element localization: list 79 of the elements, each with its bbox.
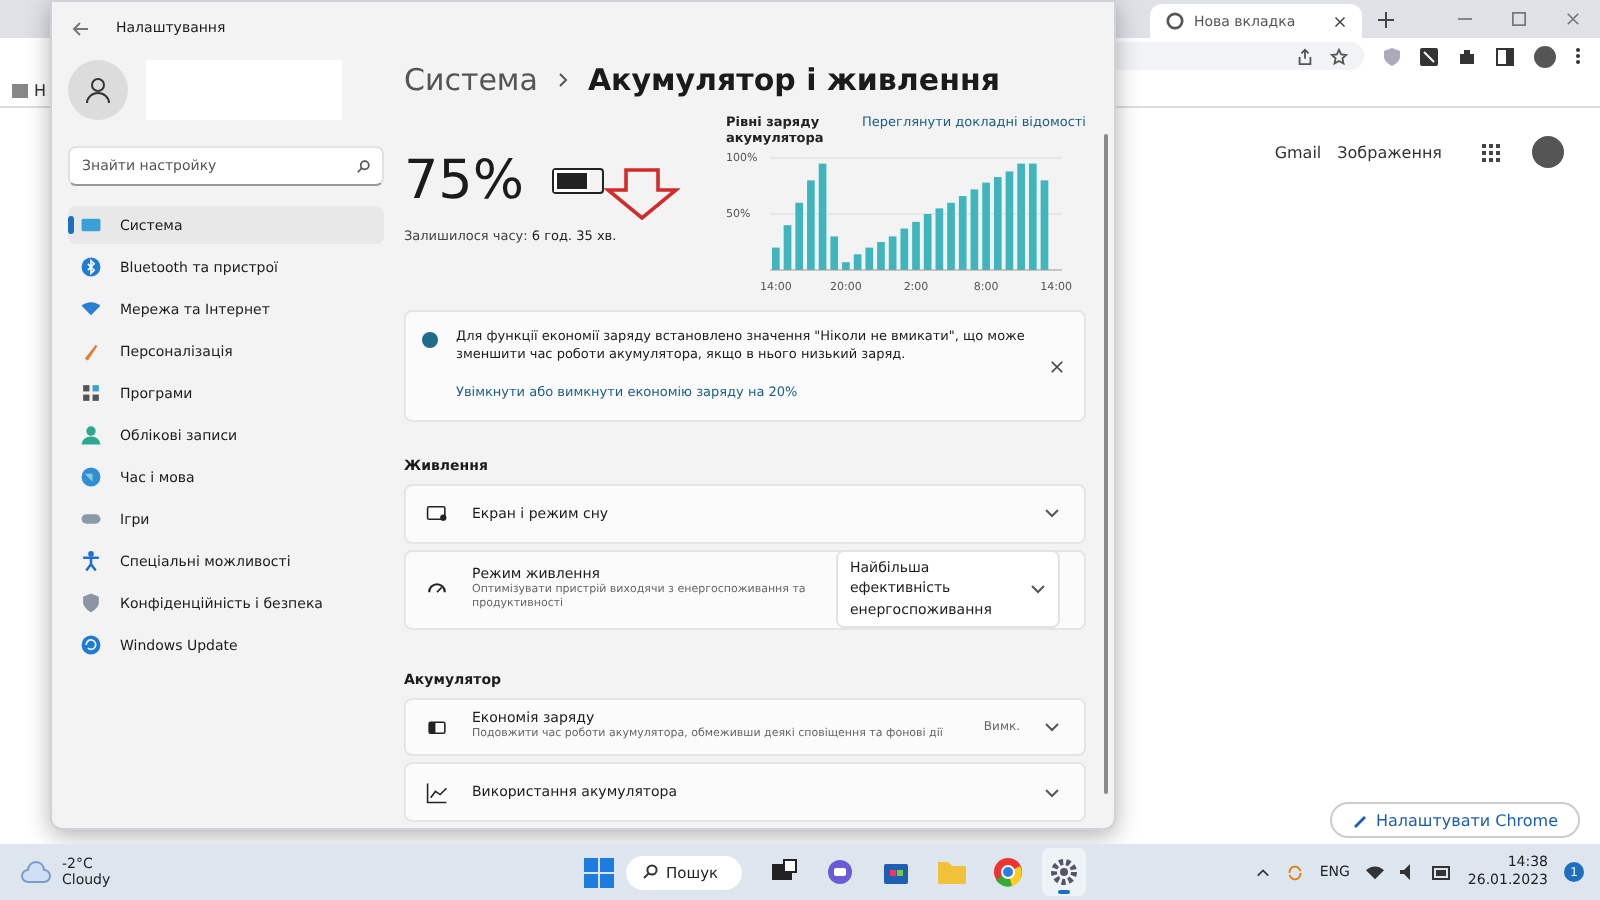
star-icon[interactable] xyxy=(1330,47,1348,65)
avatar-icon[interactable] xyxy=(68,60,128,120)
accessibility-icon xyxy=(80,550,102,572)
chart-bar xyxy=(947,203,955,271)
search-icon xyxy=(642,864,658,880)
search-icon xyxy=(356,159,370,173)
header-link[interactable]: Gmail xyxy=(1274,143,1322,161)
customize-button[interactable]: Налаштувати Chrome xyxy=(1329,802,1580,838)
chart-bar xyxy=(807,180,815,271)
chart-bar xyxy=(830,236,839,271)
battery-icon[interactable] xyxy=(1431,865,1452,879)
chart-bar xyxy=(877,242,885,271)
chart-bar xyxy=(1017,164,1025,271)
chart-bar xyxy=(772,248,780,271)
battery-icon xyxy=(552,168,605,194)
breadcrumb-chevron-icon xyxy=(557,72,568,88)
globe-icon xyxy=(80,466,102,488)
chevron-down-icon[interactable] xyxy=(1044,787,1060,798)
avatar-icon[interactable] xyxy=(1534,45,1556,67)
pencil-icon xyxy=(1351,812,1368,828)
extension-square-icon[interactable] xyxy=(1420,47,1438,65)
maximize-icon[interactable] xyxy=(1512,12,1526,26)
chart-bar xyxy=(818,164,827,271)
speaker-icon[interactable] xyxy=(1399,864,1416,880)
chevron-down-icon[interactable] xyxy=(1044,721,1060,732)
close-tab-icon[interactable] xyxy=(1334,15,1346,27)
chevron-up-icon[interactable] xyxy=(1255,867,1270,877)
close-icon[interactable] xyxy=(1050,360,1064,375)
screen-icon xyxy=(426,502,448,525)
header-link[interactable]: Зображення xyxy=(1337,143,1442,161)
chart-bar xyxy=(888,236,897,271)
chart-bar xyxy=(912,222,920,271)
gear-icon[interactable] xyxy=(1042,848,1087,896)
info-icon xyxy=(422,332,438,349)
brush-icon xyxy=(80,340,102,362)
down-arrow-drawing xyxy=(604,168,680,220)
chart-bar xyxy=(1040,180,1049,271)
person-icon xyxy=(80,424,102,446)
chart-bar xyxy=(795,203,804,271)
chart-bar xyxy=(935,208,944,271)
chart-bar xyxy=(970,189,979,271)
shield-icon xyxy=(80,592,102,614)
apps-grid-icon[interactable] xyxy=(1482,143,1500,161)
bluetooth-icon xyxy=(80,256,102,278)
gamepad-icon xyxy=(80,508,102,530)
wifi-icon[interactable] xyxy=(1365,864,1384,880)
page-title: Акумулятор і живлення xyxy=(587,62,1000,98)
back-arrow-icon[interactable] xyxy=(72,21,88,35)
chart-bar xyxy=(865,248,874,271)
chart-bar xyxy=(853,254,862,271)
battery-percentage: 75% xyxy=(404,150,525,212)
apps-icon xyxy=(80,382,102,404)
chevron-down-icon xyxy=(1030,584,1046,595)
puzzle-icon[interactable] xyxy=(1458,47,1476,65)
avatar-icon[interactable] xyxy=(1532,136,1564,168)
bookmark-link[interactable]: Н xyxy=(34,81,47,99)
chart-bar xyxy=(1005,171,1014,271)
chevron-down-icon[interactable] xyxy=(1044,508,1060,519)
chart-bar xyxy=(923,214,932,271)
scrollbar[interactable] xyxy=(1104,134,1108,794)
chart-bar xyxy=(982,183,990,271)
chart-line-icon xyxy=(426,781,448,804)
side-panel-icon[interactable] xyxy=(1496,47,1514,65)
wifi-icon xyxy=(80,298,102,320)
globe-icon xyxy=(1166,12,1184,30)
breadcrumb-link[interactable]: Система xyxy=(404,62,538,98)
chart-bar xyxy=(1028,164,1037,271)
windows-logo-icon[interactable] xyxy=(584,857,614,887)
new-tab-icon[interactable] xyxy=(1378,12,1394,28)
chart-bar xyxy=(958,196,967,271)
monitor-icon xyxy=(80,214,102,236)
chart-bar xyxy=(900,229,909,271)
chart-bar xyxy=(842,262,850,271)
chart-bar xyxy=(783,225,792,271)
chart-bar xyxy=(993,177,1002,271)
folder-icon[interactable] xyxy=(12,83,28,97)
minimize-icon[interactable] xyxy=(1458,12,1472,26)
share-icon[interactable] xyxy=(1296,47,1314,65)
update-icon xyxy=(80,634,102,656)
